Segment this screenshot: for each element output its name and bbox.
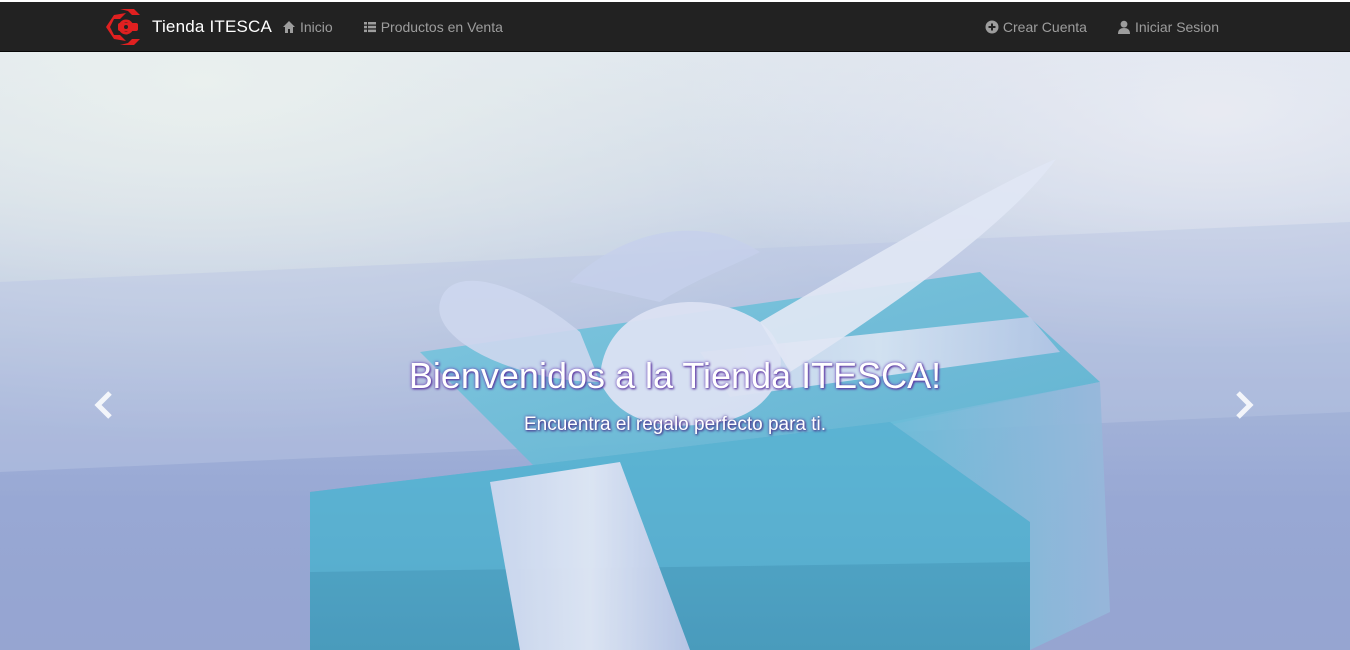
navbar: Tienda ITESCA Inicio Productos en Venta … <box>0 2 1350 52</box>
user-icon <box>1117 20 1131 34</box>
hero-subtitle: Encuentra el regalo perfecto para ti. <box>523 414 827 435</box>
carousel-caption: Bienvenidos a la Tienda ITESCA! Encuentr… <box>0 352 1350 455</box>
brand-link[interactable]: Tienda ITESCA <box>100 2 272 52</box>
home-icon <box>282 20 296 34</box>
list-icon <box>363 20 377 34</box>
nav-link-inicio[interactable]: Inicio <box>282 2 333 52</box>
nav-link-crear-cuenta[interactable]: Crear Cuenta <box>985 2 1087 52</box>
nav-link-label: Crear Cuenta <box>1002 19 1087 35</box>
nav-right: Crear Cuenta Iniciar Sesion <box>955 2 1219 52</box>
brand-name: Tienda ITESCA <box>152 17 273 36</box>
nav-link-label: Productos en Venta <box>380 19 503 35</box>
hero-title: Bienvenidos a la Tienda ITESCA! <box>408 355 942 396</box>
itesca-logo-icon <box>100 5 148 49</box>
nav-left: Inicio Productos en Venta <box>282 2 533 52</box>
plus-circle-icon <box>985 20 999 34</box>
nav-link-iniciar-sesion[interactable]: Iniciar Sesion <box>1117 2 1219 52</box>
nav-link-productos[interactable]: Productos en Venta <box>363 2 503 52</box>
page: Tienda ITESCA Inicio Productos en Venta … <box>0 0 1350 650</box>
nav-link-label: Inicio <box>300 19 333 35</box>
nav-link-label: Iniciar Sesion <box>1134 19 1219 35</box>
hero-carousel: Bienvenidos a la Tienda ITESCA! Encuentr… <box>0 52 1350 650</box>
gift-box-image <box>0 52 1350 650</box>
